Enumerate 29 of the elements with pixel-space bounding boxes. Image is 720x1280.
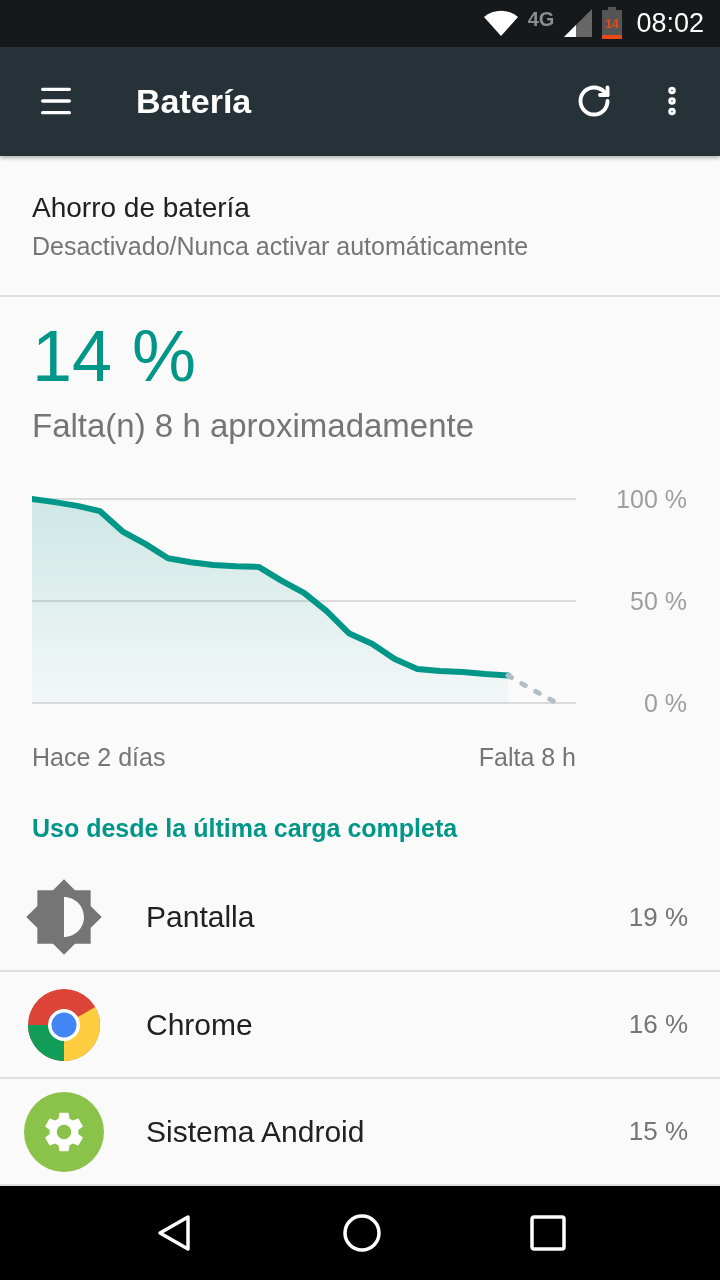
usage-percent: 15 %: [628, 1116, 688, 1148]
time-remaining: Falta(n) 8 h aproximadamente: [32, 406, 476, 445]
gear-icon: [24, 1091, 104, 1172]
battery-saver-item[interactable]: Ahorro de batería Desactivado/Nunca activar automáticamente: [0, 155, 720, 297]
wifi-icon: [483, 10, 518, 37]
projection-line: [505, 672, 556, 704]
axis-label: 100 %: [616, 484, 687, 513]
app-usage-row[interactable]: Chrome 16 %: [0, 972, 720, 1080]
axis-label: Falta 8 h: [478, 742, 576, 772]
app-usage-row[interactable]: Pantalla 19 %: [0, 864, 720, 973]
app-name: Pantalla: [146, 900, 256, 935]
screen-title: Batería: [136, 81, 253, 121]
section-header: Uso desde la última carga completa: [32, 813, 459, 843]
usage-percent: 16 %: [628, 1009, 688, 1041]
item-title: Ahorro de batería: [32, 191, 251, 224]
item-subtitle: Desactivado/Nunca activar automáticamente: [32, 231, 530, 261]
usage-percent: 19 %: [628, 901, 688, 933]
battery-icon: 14: [602, 7, 623, 40]
recents-icon[interactable]: [530, 1215, 566, 1252]
home-icon[interactable]: [342, 1213, 382, 1254]
axis-label: Hace 2 días: [32, 742, 166, 772]
signal-icon: [564, 9, 593, 38]
axis-label: 50 %: [630, 586, 687, 615]
axis-label: 0 %: [643, 688, 687, 717]
app-name: Sistema Android: [146, 1114, 366, 1149]
network-type: 4G: [527, 8, 555, 31]
app-name: Chrome: [146, 1007, 254, 1042]
clock-time: 08:02: [636, 7, 704, 39]
battery-percent: 14 %: [32, 314, 198, 397]
